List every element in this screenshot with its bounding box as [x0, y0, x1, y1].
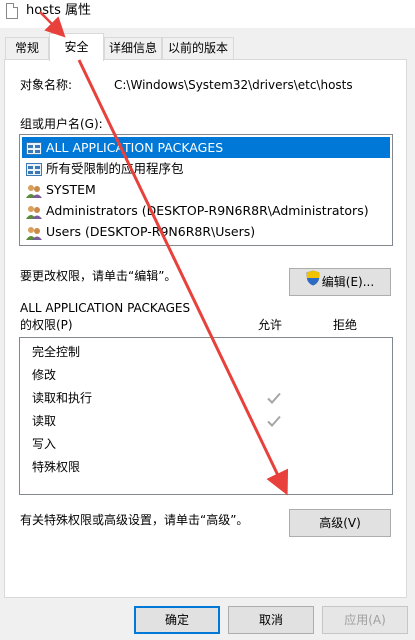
permission-row-modify: 修改	[32, 368, 57, 382]
file-icon	[6, 3, 18, 19]
permissions-title-line2: 的权限(P)	[20, 318, 73, 332]
app-packages-icon	[26, 141, 42, 155]
title-bar[interactable]: hosts 属性	[0, 0, 415, 28]
edit-button-label: 编辑(E)...	[321, 275, 375, 289]
list-item[interactable]: ALL APPLICATION PACKAGES	[22, 137, 390, 158]
edit-hint: 要更改权限，请单击“编辑”。	[20, 269, 177, 283]
uac-shield-icon	[306, 269, 320, 295]
cancel-button[interactable]: 取消	[228, 606, 314, 634]
permission-row-full-control: 完全控制	[32, 345, 81, 359]
tab-previous-versions[interactable]: 以前的版本	[162, 37, 234, 59]
permission-row-read-execute: 读取和执行	[32, 391, 93, 405]
list-item-label: Users (DESKTOP-R9N6R8R\Users)	[46, 224, 256, 239]
users-group-icon	[26, 225, 42, 240]
tab-details[interactable]: 详细信息	[104, 37, 162, 59]
permission-row-special: 特殊权限	[32, 460, 81, 474]
permission-row-write: 写入	[32, 437, 57, 451]
groups-listbox[interactable]: ALL APPLICATION PACKAGES 所有受限制的应用程序包 SYS…	[19, 134, 393, 246]
object-name-value: C:\Windows\System32\drivers\etc\hosts	[114, 78, 353, 92]
deny-column-header: 拒绝	[333, 318, 358, 332]
list-item[interactable]: SYSTEM	[22, 179, 96, 200]
list-item[interactable]: Administrators (DESKTOP-R9N6R8R\Administ…	[22, 200, 369, 221]
list-item-label: Administrators (DESKTOP-R9N6R8R\Administ…	[46, 203, 369, 218]
users-group-icon	[26, 204, 42, 219]
advanced-hint: 有关特殊权限或高级设置，请单击“高级”。	[20, 513, 249, 527]
edit-button[interactable]: 编辑(E)...	[289, 268, 391, 296]
apply-button[interactable]: 应用(A)	[322, 606, 408, 634]
tab-security[interactable]: 安全	[49, 33, 104, 61]
ok-button[interactable]: 确定	[134, 606, 220, 634]
allow-check-icon	[266, 413, 282, 429]
list-item[interactable]: 所有受限制的应用程序包	[22, 158, 184, 179]
permission-row-read: 读取	[32, 414, 57, 428]
window-title: hosts 属性	[26, 3, 91, 18]
users-group-icon	[26, 183, 42, 198]
allow-check-icon	[266, 390, 282, 406]
advanced-button[interactable]: 高级(V)	[289, 509, 391, 537]
permissions-title-line1: ALL APPLICATION PACKAGES	[20, 301, 191, 315]
app-packages-icon	[26, 162, 42, 176]
groups-label: 组或用户名(G):	[20, 117, 103, 131]
list-item-label: ALL APPLICATION PACKAGES	[46, 140, 224, 155]
object-name-label: 对象名称:	[20, 78, 73, 92]
list-item[interactable]: Users (DESKTOP-R9N6R8R\Users)	[22, 221, 255, 242]
list-item-label: 所有受限制的应用程序包	[46, 161, 184, 176]
tab-general[interactable]: 常规	[5, 37, 49, 59]
allow-column-header: 允许	[258, 318, 283, 332]
list-item-label: SYSTEM	[46, 182, 96, 197]
